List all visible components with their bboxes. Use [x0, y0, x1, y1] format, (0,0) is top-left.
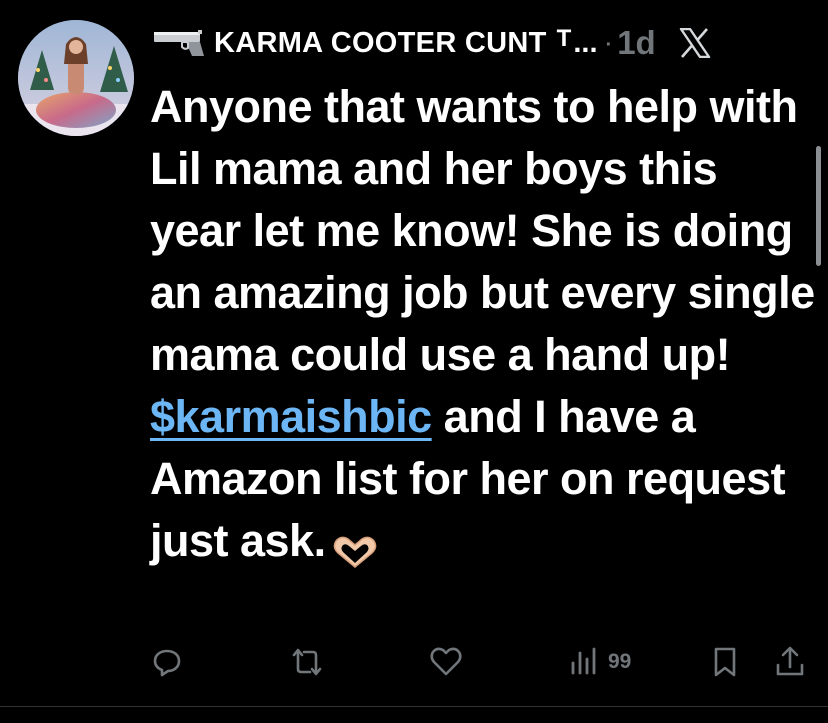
bottom-divider [0, 706, 828, 707]
name-truncation: ... [573, 26, 598, 59]
x-logo-icon [678, 27, 712, 59]
gun-icon [152, 28, 206, 58]
like-heart-icon [428, 645, 464, 679]
tweet-header: KARMA COOTER CUNT T ... · 1d [152, 18, 822, 68]
like-button[interactable] [428, 640, 464, 684]
share-icon [774, 645, 806, 679]
tweet-text-part1: Anyone that wants to help with Lil mama … [150, 81, 815, 380]
bookmark-icon [710, 645, 740, 679]
cashtag-link[interactable]: $karmaishbic [150, 391, 432, 442]
name-suffix: T [556, 25, 572, 52]
display-name[interactable]: KARMA COOTER CUNT [214, 27, 547, 60]
avatar[interactable] [18, 20, 134, 136]
views-count: 99 [608, 650, 632, 673]
share-button[interactable] [774, 640, 806, 684]
timestamp[interactable]: 1d [617, 24, 656, 62]
tweet-body: Anyone that wants to help with Lil mama … [150, 76, 818, 572]
reply-button[interactable] [150, 640, 184, 684]
action-bar: 99 [150, 640, 820, 684]
tweet-card[interactable]: KARMA COOTER CUNT T ... · 1d Anyone that… [0, 0, 828, 723]
heart-hands-emoji [332, 523, 378, 569]
scrollbar[interactable] [816, 146, 821, 266]
bookmark-button[interactable] [710, 640, 740, 684]
retweet-icon [288, 645, 326, 679]
views-button[interactable]: 99 [568, 640, 631, 684]
retweet-button[interactable] [288, 640, 326, 684]
separator-dot: · [603, 26, 614, 59]
reply-icon [150, 645, 184, 679]
views-bar-chart-icon [568, 645, 598, 679]
